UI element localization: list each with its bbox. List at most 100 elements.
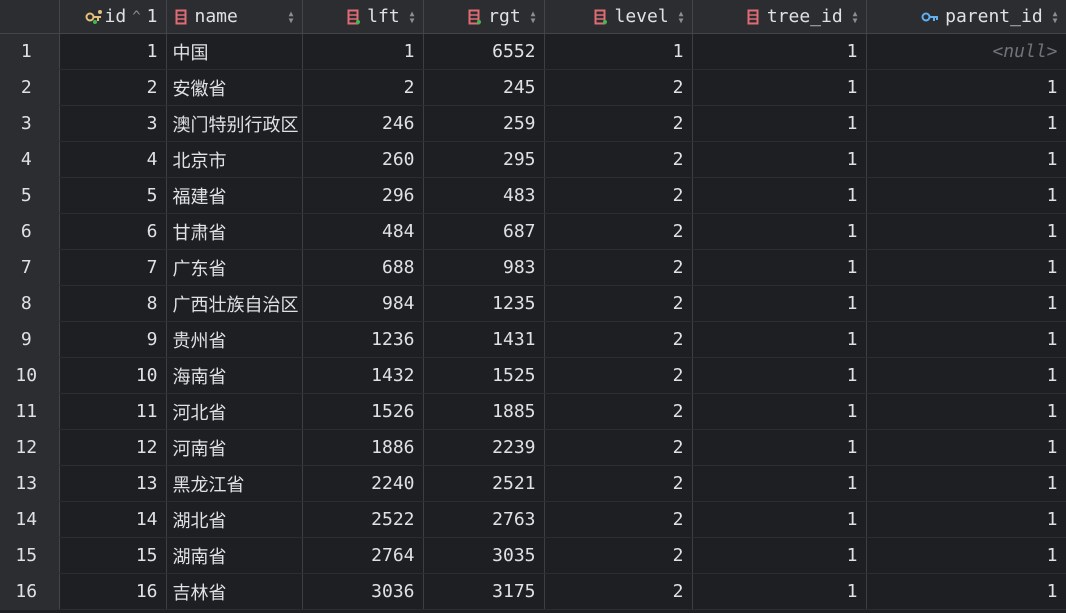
cell-parent-id[interactable]: 1 [866, 573, 1066, 610]
cell-level[interactable]: 2 [544, 465, 693, 502]
row-number[interactable]: 8 [0, 285, 60, 322]
cell-id[interactable]: 14 [59, 501, 167, 538]
table-row[interactable]: 13 13 黑龙江省 2240 2521 2 1 1 [0, 465, 1066, 502]
column-header-rgt[interactable]: rgt ▲ ▼ [423, 0, 545, 34]
cell-level[interactable]: 2 [544, 429, 693, 466]
cell-rgt[interactable]: 3175 [423, 573, 545, 610]
cell-level[interactable]: 2 [544, 141, 693, 178]
cell-id[interactable]: 1 [59, 33, 167, 70]
cell-rgt[interactable]: 2239 [423, 429, 545, 466]
column-header-id[interactable]: id ^ 1 [59, 0, 167, 34]
cell-id[interactable]: 4 [59, 141, 167, 178]
cell-tree-id[interactable]: 1 [692, 105, 867, 142]
cell-parent-id[interactable]: 1 [866, 69, 1066, 106]
cell-id[interactable]: 10 [59, 357, 167, 394]
table-row[interactable]: 15 15 湖南省 2764 3035 2 1 1 [0, 537, 1066, 574]
cell-rgt[interactable]: 983 [423, 249, 545, 286]
cell-id[interactable]: 9 [59, 321, 167, 358]
cell-tree-id[interactable]: 1 [692, 141, 867, 178]
cell-name[interactable]: 福建省 [166, 177, 303, 214]
cell-lft[interactable]: 1526 [302, 393, 424, 430]
row-number[interactable]: 12 [0, 429, 60, 466]
cell-parent-id[interactable]: <null> [866, 33, 1066, 70]
row-number[interactable]: 4 [0, 141, 60, 178]
row-number[interactable]: 14 [0, 501, 60, 538]
cell-name[interactable]: 河北省 [166, 393, 303, 430]
cell-tree-id[interactable]: 1 [692, 249, 867, 286]
cell-lft[interactable]: 2764 [302, 537, 424, 574]
cell-lft[interactable]: 984 [302, 285, 424, 322]
row-number[interactable]: 11 [0, 393, 60, 430]
cell-parent-id[interactable]: 1 [866, 213, 1066, 250]
cell-parent-id[interactable]: 1 [866, 249, 1066, 286]
cell-parent-id[interactable]: 1 [866, 321, 1066, 358]
cell-id[interactable]: 2 [59, 69, 167, 106]
table-row[interactable]: 14 14 湖北省 2522 2763 2 1 1 [0, 501, 1066, 538]
cell-rgt[interactable]: 687 [423, 213, 545, 250]
cell-tree-id[interactable]: 1 [692, 285, 867, 322]
cell-tree-id[interactable]: 1 [692, 33, 867, 70]
cell-parent-id[interactable]: 1 [866, 393, 1066, 430]
cell-parent-id[interactable]: 1 [866, 141, 1066, 178]
row-number[interactable]: 10 [0, 357, 60, 394]
cell-name[interactable]: 黑龙江省 [166, 465, 303, 502]
row-number[interactable]: 6 [0, 213, 60, 250]
cell-lft[interactable]: 484 [302, 213, 424, 250]
cell-tree-id[interactable]: 1 [692, 537, 867, 574]
sort-toggle-icon[interactable]: ▲ ▼ [289, 9, 294, 24]
cell-id[interactable]: 6 [59, 213, 167, 250]
cell-name[interactable]: 贵州省 [166, 321, 303, 358]
cell-tree-id[interactable]: 1 [692, 69, 867, 106]
cell-tree-id[interactable]: 1 [692, 573, 867, 610]
cell-id[interactable]: 15 [59, 537, 167, 574]
cell-tree-id[interactable]: 1 [692, 465, 867, 502]
cell-rgt[interactable]: 1431 [423, 321, 545, 358]
row-number[interactable]: 7 [0, 249, 60, 286]
row-number[interactable]: 16 [0, 573, 60, 610]
cell-parent-id[interactable]: 1 [866, 429, 1066, 466]
cell-lft[interactable]: 1236 [302, 321, 424, 358]
cell-rgt[interactable]: 6552 [423, 33, 545, 70]
row-number-header-corner[interactable] [0, 0, 60, 34]
cell-id[interactable]: 12 [59, 429, 167, 466]
cell-lft[interactable]: 2240 [302, 465, 424, 502]
cell-tree-id[interactable]: 1 [692, 321, 867, 358]
row-number[interactable]: 13 [0, 465, 60, 502]
column-header-name[interactable]: name ▲ ▼ [166, 0, 303, 34]
table-row[interactable]: 2 2 安徽省 2 245 2 1 1 [0, 69, 1066, 106]
cell-level[interactable]: 2 [544, 249, 693, 286]
cell-level[interactable]: 2 [544, 573, 693, 610]
cell-name[interactable]: 湖南省 [166, 537, 303, 574]
cell-name[interactable]: 广西壮族自治区 [166, 285, 303, 322]
cell-level[interactable]: 2 [544, 357, 693, 394]
cell-level[interactable]: 2 [544, 105, 693, 142]
table-row[interactable]: 9 9 贵州省 1236 1431 2 1 1 [0, 321, 1066, 358]
cell-name[interactable]: 湖北省 [166, 501, 303, 538]
table-row[interactable]: 8 8 广西壮族自治区 984 1235 2 1 1 [0, 285, 1066, 322]
column-header-lft[interactable]: lft ▲ ▼ [302, 0, 424, 34]
row-number[interactable]: 1 [0, 33, 60, 70]
table-row[interactable]: 6 6 甘肃省 484 687 2 1 1 [0, 213, 1066, 250]
cell-tree-id[interactable]: 1 [692, 357, 867, 394]
cell-id[interactable]: 16 [59, 573, 167, 610]
table-row[interactable]: 10 10 海南省 1432 1525 2 1 1 [0, 357, 1066, 394]
cell-tree-id[interactable]: 1 [692, 393, 867, 430]
cell-lft[interactable]: 260 [302, 141, 424, 178]
cell-name[interactable]: 广东省 [166, 249, 303, 286]
table-row[interactable]: 1 1 中国 1 6552 1 1 <null> [0, 33, 1066, 70]
cell-rgt[interactable]: 483 [423, 177, 545, 214]
cell-rgt[interactable]: 1885 [423, 393, 545, 430]
cell-tree-id[interactable]: 1 [692, 213, 867, 250]
cell-parent-id[interactable]: 1 [866, 537, 1066, 574]
cell-tree-id[interactable]: 1 [692, 501, 867, 538]
cell-id[interactable]: 8 [59, 285, 167, 322]
cell-lft[interactable]: 296 [302, 177, 424, 214]
cell-rgt[interactable]: 1235 [423, 285, 545, 322]
cell-name[interactable]: 海南省 [166, 357, 303, 394]
sort-toggle-icon[interactable]: ▲ ▼ [853, 9, 858, 24]
cell-name[interactable]: 吉林省 [166, 573, 303, 610]
row-number[interactable]: 9 [0, 321, 60, 358]
table-row[interactable]: 12 12 河南省 1886 2239 2 1 1 [0, 429, 1066, 466]
cell-rgt[interactable]: 259 [423, 105, 545, 142]
cell-parent-id[interactable]: 1 [866, 285, 1066, 322]
